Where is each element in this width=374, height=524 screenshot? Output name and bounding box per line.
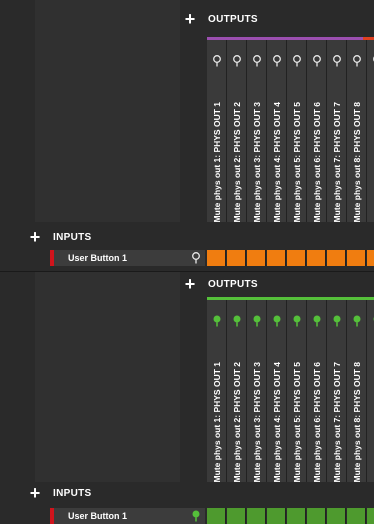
output-column-label-wrap: Mute phys out 5: PHYS OUT 5 — [287, 40, 306, 222]
matrix-cell[interactable] — [367, 250, 374, 266]
output-column-label-wrap: Mute phys out 2: PHYS OUT 2 — [227, 300, 246, 482]
row-color-marker — [50, 250, 54, 266]
add-output-button[interactable]: + — [182, 10, 198, 28]
inputs-header: + INPUTS — [0, 482, 205, 504]
output-column-label: Mute phys out 7: PHYS OUT 7 — [332, 98, 342, 222]
input-row-label: User Button 1 — [68, 511, 187, 521]
output-column-label-wrap: Mute phys out 4: PHYS OUT 4 — [267, 40, 286, 222]
output-column-label-wrap: Mute phys out 8: PHYS OUT 8 — [347, 40, 366, 222]
output-column[interactable]: Mute phys out 3: PHYS OUT 3 — [247, 40, 267, 222]
output-column[interactable]: Mute USB — [367, 300, 374, 482]
output-column-label-wrap: Mute phys out 3: PHYS OUT 3 — [247, 300, 266, 482]
output-column[interactable]: Mute phys out 1: PHYS OUT 1 — [207, 40, 227, 222]
output-column[interactable]: Mute phys out 8: PHYS OUT 8 — [347, 40, 367, 222]
output-column-label: Mute phys out 6: PHYS OUT 6 — [312, 98, 322, 222]
add-output-button[interactable]: + — [182, 275, 198, 293]
output-column-label: Mute phys out 4: PHYS OUT 4 — [272, 358, 282, 482]
output-column-label-wrap: Mute phys out 8: PHYS OUT 8 — [347, 300, 366, 482]
matrix-cell[interactable] — [247, 250, 266, 266]
output-column-label-wrap: Mute phys out 1: PHYS OUT 1 — [207, 300, 226, 482]
output-column[interactable]: Mute phys out 2: PHYS OUT 2 — [227, 300, 247, 482]
output-column-label: Mute phys out 1: PHYS OUT 1 — [212, 358, 222, 482]
output-column[interactable]: Mute phys out 1: PHYS OUT 1 — [207, 300, 227, 482]
matrix-cell[interactable] — [227, 250, 246, 266]
inputs-header: + INPUTS — [0, 226, 205, 248]
output-column-label: Mute phys out 2: PHYS OUT 2 — [232, 98, 242, 222]
outputs-header: + OUTPUTS — [182, 273, 258, 295]
corner-area — [35, 272, 180, 482]
output-column-label-wrap: Mute phys out 2: PHYS OUT 2 — [227, 40, 246, 222]
matrix-cell[interactable] — [307, 508, 326, 524]
output-column[interactable]: Mute phys out 6: PHYS OUT 6 — [307, 300, 327, 482]
output-column-label: Mute phys out 5: PHYS OUT 5 — [292, 358, 302, 482]
matrix-cell[interactable] — [207, 250, 226, 266]
input-row-header[interactable]: User Button 1 — [50, 508, 205, 524]
matrix-cell[interactable] — [227, 508, 246, 524]
output-column[interactable]: Mute phys out 8: PHYS OUT 8 — [347, 300, 367, 482]
output-column-label: Mute phys out 6: PHYS OUT 6 — [312, 358, 322, 482]
row-color-marker — [50, 508, 54, 524]
matrix-cell[interactable] — [307, 250, 326, 266]
pin-outline-icon[interactable] — [187, 252, 205, 264]
input-row-label: User Button 1 — [68, 253, 187, 263]
output-column[interactable]: Mute phys out 6: PHYS OUT 6 — [307, 40, 327, 222]
output-column-label: Mute phys out 2: PHYS OUT 2 — [232, 358, 242, 482]
inputs-label: INPUTS — [53, 488, 91, 499]
output-column[interactable]: Mute phys out 5: PHYS OUT 5 — [287, 300, 307, 482]
output-column-label-wrap: Mute phys out 7: PHYS OUT 7 — [327, 40, 346, 222]
output-column-label: Mute phys out 1: PHYS OUT 1 — [212, 98, 222, 222]
output-column-label-wrap: Mute phys out 1: PHYS OUT 1 — [207, 40, 226, 222]
add-input-button[interactable]: + — [27, 484, 43, 502]
outputs-label: OUTPUTS — [208, 14, 258, 25]
inputs-label: INPUTS — [53, 232, 91, 243]
bottom-matrix-panel: + OUTPUTS Mute phys out 1: PHYS OUT 1 Mut… — [0, 271, 374, 524]
output-column-label-wrap: Mute phys out 4: PHYS OUT 4 — [267, 300, 286, 482]
output-column-label: Mute phys out 7: PHYS OUT 7 — [332, 358, 342, 482]
output-column-label-wrap: Mute USB — [367, 40, 374, 222]
output-column-label-wrap: Mute phys out 6: PHYS OUT 6 — [307, 300, 326, 482]
output-column-label: Mute phys out 4: PHYS OUT 4 — [272, 98, 282, 222]
output-column-label-wrap: Mute phys out 6: PHYS OUT 6 — [307, 40, 326, 222]
outputs-label: OUTPUTS — [208, 279, 258, 290]
matrix-cell[interactable] — [267, 250, 286, 266]
output-column-label: Mute phys out 5: PHYS OUT 5 — [292, 98, 302, 222]
corner-area — [35, 0, 180, 222]
output-column-label-wrap: Mute USB — [367, 300, 374, 482]
output-column[interactable]: Mute phys out 5: PHYS OUT 5 — [287, 40, 307, 222]
matrix-cell[interactable] — [207, 508, 226, 524]
output-column[interactable]: Mute phys out 7: PHYS OUT 7 — [327, 40, 347, 222]
outputs-header: + OUTPUTS — [182, 8, 258, 30]
matrix-cell[interactable] — [287, 508, 306, 524]
output-column-label-wrap: Mute phys out 5: PHYS OUT 5 — [287, 300, 306, 482]
matrix-cell[interactable] — [327, 250, 346, 266]
output-column-label-wrap: Mute phys out 7: PHYS OUT 7 — [327, 300, 346, 482]
input-row-header[interactable]: User Button 1 — [50, 250, 205, 266]
output-column-label: Mute phys out 8: PHYS OUT 8 — [352, 358, 362, 482]
matrix-cell[interactable] — [367, 508, 374, 524]
matrix-cell[interactable] — [347, 250, 366, 266]
add-input-button[interactable]: + — [27, 228, 43, 246]
output-column[interactable]: Mute phys out 7: PHYS OUT 7 — [327, 300, 347, 482]
output-column[interactable]: Mute phys out 2: PHYS OUT 2 — [227, 40, 247, 222]
pin-filled-icon[interactable] — [187, 510, 205, 522]
matrix-cell[interactable] — [347, 508, 366, 524]
output-column[interactable]: Mute USB — [367, 40, 374, 222]
output-column[interactable]: Mute phys out 3: PHYS OUT 3 — [247, 300, 267, 482]
matrix-cell[interactable] — [327, 508, 346, 524]
matrix-cell[interactable] — [247, 508, 266, 524]
output-column-label-wrap: Mute phys out 3: PHYS OUT 3 — [247, 40, 266, 222]
matrix-cell[interactable] — [267, 508, 286, 524]
matrix-cell[interactable] — [287, 250, 306, 266]
output-column[interactable]: Mute phys out 4: PHYS OUT 4 — [267, 40, 287, 222]
top-matrix-panel: + OUTPUTS Mute phys out 1: PHYS OUT 1 Mut… — [0, 0, 374, 271]
output-column-label: Mute phys out 3: PHYS OUT 3 — [252, 358, 262, 482]
output-column-label: Mute phys out 3: PHYS OUT 3 — [252, 98, 262, 222]
output-column[interactable]: Mute phys out 4: PHYS OUT 4 — [267, 300, 287, 482]
output-column-label: Mute phys out 8: PHYS OUT 8 — [352, 98, 362, 222]
